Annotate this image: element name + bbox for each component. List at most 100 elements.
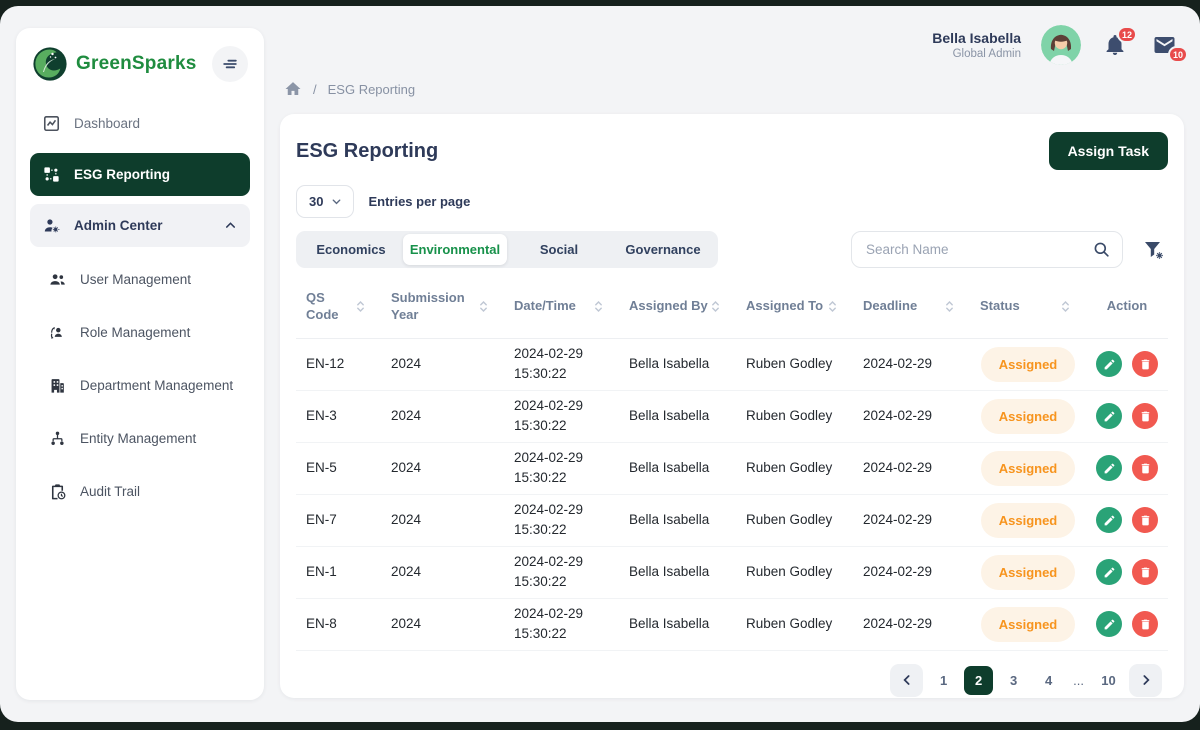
col-action: Action	[1086, 298, 1168, 315]
assign-task-button[interactable]: Assign Task	[1049, 132, 1168, 170]
table-header: QS Code Submission Year Date/Time Assign…	[296, 278, 1168, 339]
admin-submenu: User Management Role Management Departme…	[30, 257, 250, 514]
chevron-left-icon	[899, 672, 915, 688]
cell-assigned-by: Bella Isabella	[619, 354, 736, 374]
cell-qs-code: EN-7	[296, 510, 381, 530]
status-badge: Assigned	[981, 503, 1076, 539]
sort-icon	[594, 300, 603, 313]
edit-button[interactable]	[1096, 507, 1122, 533]
chevron-down-icon	[330, 195, 343, 208]
app-window: GreenSparks Dashboard ESG Reporting Admi…	[0, 6, 1200, 722]
tab-governance[interactable]: Governance	[611, 234, 715, 265]
col-date-time[interactable]: Date/Time	[504, 298, 619, 315]
sidebar-item-user-management[interactable]: User Management	[30, 257, 250, 302]
cell-qs-code: EN-5	[296, 458, 381, 478]
edit-button[interactable]	[1096, 611, 1122, 637]
esg-reporting-icon	[42, 165, 61, 184]
status-badge: Assigned	[981, 555, 1076, 591]
page-button-3[interactable]: 3	[999, 666, 1028, 695]
cell-assigned-by: Bella Isabella	[619, 458, 736, 478]
next-page-button[interactable]	[1129, 664, 1162, 697]
tab-environmental[interactable]: Environmental	[403, 234, 507, 265]
search-input[interactable]	[851, 231, 1123, 268]
delete-button[interactable]	[1132, 351, 1158, 377]
col-assigned-by[interactable]: Assigned By	[619, 298, 736, 315]
col-assigned-to[interactable]: Assigned To	[736, 298, 853, 315]
table-row: EN-5 2024 2024-02-29 15:30:22 Bella Isab…	[296, 443, 1168, 495]
page-button-4[interactable]: 4	[1034, 666, 1063, 695]
sidebar-item-entity-management[interactable]: Entity Management	[30, 416, 250, 461]
cell-date: 2024-02-29	[514, 396, 619, 416]
delete-button[interactable]	[1132, 559, 1158, 585]
user-name: Bella Isabella	[932, 30, 1021, 46]
table-body: EN-12 2024 2024-02-29 15:30:22 Bella Isa…	[296, 339, 1168, 651]
delete-button[interactable]	[1132, 507, 1158, 533]
menu-collapse-icon[interactable]	[212, 46, 248, 82]
col-deadline[interactable]: Deadline	[853, 298, 970, 315]
cell-date-time: 2024-02-29 15:30:22	[504, 448, 619, 489]
status-badge: Assigned	[981, 347, 1076, 383]
delete-icon	[1139, 618, 1152, 631]
page-button-10[interactable]: 10	[1094, 666, 1123, 695]
cell-assigned-to: Ruben Godley	[736, 406, 853, 426]
dashboard-icon	[42, 114, 61, 133]
home-icon[interactable]	[284, 80, 302, 98]
breadcrumb: / ESG Reporting	[284, 80, 415, 98]
edit-button[interactable]	[1096, 403, 1122, 429]
delete-button[interactable]	[1132, 455, 1158, 481]
department-icon	[48, 376, 67, 395]
sidebar-item-audit-trail[interactable]: Audit Trail	[30, 469, 250, 514]
status-badge: Assigned	[981, 399, 1076, 435]
sidebar-item-dashboard[interactable]: Dashboard	[30, 102, 250, 145]
edit-icon	[1103, 514, 1116, 527]
sidebar-item-label: Department Management	[80, 378, 233, 393]
table-row: EN-3 2024 2024-02-29 15:30:22 Bella Isab…	[296, 391, 1168, 443]
sort-icon	[356, 300, 365, 313]
page-button-1[interactable]: 1	[929, 666, 958, 695]
edit-button[interactable]	[1096, 455, 1122, 481]
breadcrumb-separator: /	[313, 82, 317, 97]
edit-button[interactable]	[1096, 559, 1122, 585]
cell-assigned-to: Ruben Godley	[736, 562, 853, 582]
sidebar-item-label: Entity Management	[80, 431, 196, 446]
cell-assigned-by: Bella Isabella	[619, 406, 736, 426]
cell-submission-year: 2024	[381, 458, 504, 478]
delete-button[interactable]	[1132, 611, 1158, 637]
table-row: EN-12 2024 2024-02-29 15:30:22 Bella Isa…	[296, 339, 1168, 391]
tab-economics[interactable]: Economics	[299, 234, 403, 265]
col-submission-year[interactable]: Submission Year	[381, 290, 504, 324]
audit-trail-icon	[48, 482, 67, 501]
sidebar-item-role-management[interactable]: Role Management	[30, 310, 250, 355]
cell-time: 15:30:22	[514, 468, 619, 488]
messages-badge: 10	[1168, 46, 1188, 63]
sort-icon	[1061, 300, 1070, 313]
edit-button[interactable]	[1096, 351, 1122, 377]
delete-button[interactable]	[1132, 403, 1158, 429]
avatar[interactable]	[1041, 25, 1081, 65]
sidebar-item-department-management[interactable]: Department Management	[30, 363, 250, 408]
delete-icon	[1139, 514, 1152, 527]
entries-per-page-select[interactable]: 30	[296, 185, 354, 218]
delete-icon	[1139, 462, 1152, 475]
category-tabs: Economics Environmental Social Governanc…	[296, 231, 718, 268]
sidebar-item-label: Audit Trail	[80, 484, 140, 499]
page-button-2-active[interactable]: 2	[964, 666, 993, 695]
cell-date: 2024-02-29	[514, 552, 619, 572]
topbar: Bella Isabella Global Admin 12 10	[280, 22, 1180, 68]
col-qs-code[interactable]: QS Code	[296, 290, 381, 324]
cell-assigned-by: Bella Isabella	[619, 510, 736, 530]
cell-deadline: 2024-02-29	[853, 510, 970, 530]
col-status[interactable]: Status	[970, 298, 1086, 315]
search-icon[interactable]	[1092, 240, 1111, 259]
sidebar-item-esg-reporting[interactable]: ESG Reporting	[30, 153, 250, 196]
cell-time: 15:30:22	[514, 572, 619, 592]
logo-leaf-icon	[32, 46, 68, 82]
sidebar-item-admin-center[interactable]: Admin Center	[30, 204, 250, 247]
breadcrumb-current[interactable]: ESG Reporting	[328, 82, 415, 97]
mail-icon[interactable]: 10	[1149, 31, 1180, 59]
bell-icon[interactable]: 12	[1101, 31, 1129, 59]
prev-page-button[interactable]	[890, 664, 923, 697]
sort-icon	[711, 300, 720, 313]
filter-icon[interactable]	[1140, 236, 1168, 264]
tab-social[interactable]: Social	[507, 234, 611, 265]
